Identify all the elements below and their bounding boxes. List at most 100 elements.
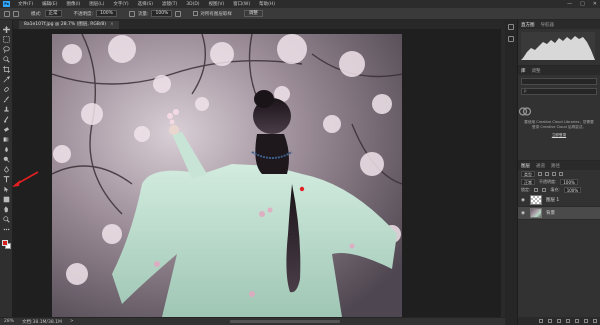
path-select-icon[interactable] [3, 186, 10, 193]
more-icon[interactable] [3, 226, 10, 233]
tab-libraries[interactable]: 库 [521, 68, 526, 74]
fill-label: 填充: [550, 187, 560, 192]
filter-shape-icon[interactable] [559, 172, 563, 176]
brush-icon[interactable] [3, 96, 10, 103]
libraries-login-link[interactable]: 立即登录 [518, 133, 600, 138]
library-select[interactable] [521, 78, 597, 85]
close-window-button[interactable]: ✕ [593, 1, 597, 7]
dodge-icon[interactable] [3, 156, 10, 163]
layer-opacity-label: 不透明度: [539, 179, 557, 184]
layers-footer [518, 317, 600, 325]
layer-name[interactable]: 图层 1 [546, 197, 559, 203]
layer-row[interactable]: ◉ 背景 [518, 207, 600, 220]
document-tab[interactable]: 8a1e107f.jpg @ 28.7% (图层, RGB/8) × [19, 21, 119, 29]
link-layers-icon[interactable] [539, 319, 543, 323]
document-size: 文档:38.1M/38.1M [22, 319, 62, 325]
add-mask-icon[interactable] [557, 319, 561, 323]
fill-input[interactable]: 100% [563, 187, 582, 193]
flow-input[interactable]: 100% [151, 10, 173, 17]
crop-icon[interactable] [2, 66, 10, 73]
quick-select-icon[interactable] [2, 56, 10, 63]
layer-name[interactable]: 背景 [546, 210, 555, 216]
layer-filter-row: 类型 [518, 170, 600, 178]
creative-cloud-icon [518, 107, 532, 116]
tab-adjustments[interactable]: 调整 [532, 68, 541, 74]
filter-pixel-icon[interactable] [538, 172, 542, 176]
menu-window[interactable]: 窗口(W) [233, 1, 250, 7]
pressure-opacity-icon[interactable] [128, 10, 135, 17]
layer-row[interactable]: ◉ 图层 1 [518, 194, 600, 207]
foreground-color-swatch[interactable] [1, 240, 8, 246]
menu-select[interactable]: 选择(S) [138, 1, 153, 7]
mode-label: 模式: [31, 11, 42, 17]
lock-pixels-icon[interactable] [534, 188, 539, 192]
menu-filter[interactable]: 滤镜(T) [162, 1, 177, 7]
lasso-icon[interactable] [2, 46, 10, 53]
minimize-button[interactable]: — [567, 1, 572, 7]
move-icon[interactable] [2, 26, 10, 33]
visibility-eye-icon[interactable]: ◉ [521, 198, 527, 203]
filter-type-icon[interactable] [552, 172, 556, 176]
tab-navigator[interactable]: 导航器 [541, 22, 555, 28]
sample-all-layers-checkbox[interactable] [193, 11, 199, 16]
shape-icon[interactable] [3, 196, 10, 203]
library-search-input[interactable]: P [521, 88, 597, 95]
opacity-input[interactable]: 100% [96, 10, 117, 17]
new-group-icon[interactable] [575, 319, 579, 323]
blend-mode-select[interactable]: 正常 [521, 179, 535, 185]
delete-layer-icon[interactable] [593, 319, 597, 323]
zoom-icon[interactable] [2, 216, 10, 223]
zoom-level[interactable]: 28% [4, 319, 14, 324]
tab-layers[interactable]: 图层 [521, 163, 530, 169]
gradient-icon[interactable] [3, 136, 10, 143]
clone-stamp-icon[interactable] [3, 106, 10, 113]
tab-paths[interactable]: 路径 [551, 163, 560, 169]
history-brush-icon[interactable] [3, 116, 10, 123]
menu-help[interactable]: 帮助(H) [259, 1, 275, 7]
eyedropper-icon[interactable] [2, 76, 10, 83]
mode-select[interactable]: 正常 [44, 10, 62, 17]
lock-position-icon[interactable] [542, 188, 547, 192]
type-icon[interactable] [3, 176, 10, 183]
healing-brush-icon[interactable] [3, 86, 10, 93]
menu-view[interactable]: 视图(V) [209, 1, 225, 7]
maximize-button[interactable]: □ [580, 1, 585, 7]
blur-icon[interactable] [3, 146, 10, 153]
filter-adjustment-icon[interactable] [545, 172, 549, 176]
layer-blend-row: 正常 不透明度: 100% [518, 178, 600, 186]
layer-kind-filter[interactable]: 类型 [521, 171, 535, 177]
visibility-eye-icon[interactable]: ◉ [521, 211, 527, 216]
tab-histogram[interactable]: 直方图 [521, 22, 535, 28]
photoshop-logo: Ps [3, 1, 10, 7]
airbrush-icon[interactable] [175, 10, 182, 17]
menu-edit[interactable]: 编辑(E) [42, 1, 57, 7]
hand-icon[interactable] [3, 206, 10, 213]
eraser-icon[interactable] [3, 126, 10, 133]
menu-layer[interactable]: 图层(L) [89, 1, 104, 7]
menu-type[interactable]: 文字(Y) [113, 1, 128, 7]
pen-icon[interactable] [3, 166, 10, 173]
status-menu-arrow[interactable]: > [70, 319, 74, 324]
brush-preset-icon[interactable] [13, 10, 19, 17]
new-layer-icon[interactable] [584, 319, 588, 323]
new-adjustment-icon[interactable] [566, 319, 570, 323]
tools-panel [0, 20, 13, 317]
histogram-panel [518, 29, 600, 65]
color-swatches[interactable] [1, 240, 11, 249]
menu-3d[interactable]: 3D(D) [186, 2, 199, 7]
canvas-area[interactable] [13, 29, 505, 317]
close-document-icon[interactable]: × [110, 22, 114, 27]
document-image[interactable] [52, 34, 402, 317]
properties-panel-icon[interactable] [508, 36, 514, 42]
marquee-icon[interactable] [2, 36, 10, 43]
horizontal-scrollbar[interactable] [230, 320, 340, 323]
layer-opacity-input[interactable]: 100% [560, 179, 578, 185]
layer-style-icon[interactable] [548, 319, 552, 323]
tab-channels[interactable]: 通道 [536, 163, 545, 169]
menu-file[interactable]: 文件(F) [18, 1, 33, 7]
menu-image[interactable]: 图像(I) [66, 1, 80, 7]
adjust-button[interactable]: 调整 [243, 10, 263, 17]
tool-preset-icon[interactable] [4, 10, 10, 17]
status-bar: 28% 文档:38.1M/38.1M > [0, 317, 505, 325]
history-panel-icon[interactable] [508, 24, 514, 30]
